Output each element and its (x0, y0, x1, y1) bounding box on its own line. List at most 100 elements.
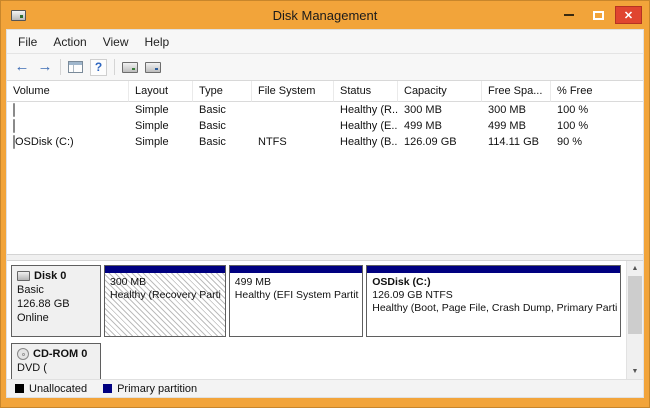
partition-osdisk[interactable]: OSDisk (C:) 126.09 GB NTFS Healthy (Boot… (366, 265, 621, 337)
column-header-type[interactable]: Type (193, 81, 252, 102)
percent-free-cell: 100 % (551, 118, 643, 134)
status-cell: Healthy (E... (334, 118, 398, 134)
maximize-icon (593, 11, 604, 20)
partition-name: OSDisk (C:) (372, 276, 615, 289)
menu-file[interactable]: File (10, 32, 45, 52)
primary-partition-strip (367, 266, 620, 273)
column-header-status[interactable]: Status (334, 81, 398, 102)
unallocated-swatch (15, 384, 24, 393)
legend-bar: Unallocated Primary partition (7, 379, 643, 397)
close-button[interactable]: ✕ (615, 6, 642, 24)
disk-size: 126.88 GB (17, 297, 95, 311)
volume-drive-icon (13, 103, 15, 117)
column-header-file-system[interactable]: File System (252, 81, 334, 102)
graphical-view-icon[interactable] (145, 62, 161, 73)
titlebar[interactable]: Disk Management ✕ (1, 1, 649, 29)
column-header-volume[interactable]: Volume (7, 81, 129, 102)
column-header-free-space[interactable]: Free Spa... (482, 81, 551, 102)
partition-status: Healthy (EFI System Partit (235, 289, 357, 302)
volume-name-cell (7, 118, 129, 134)
minimize-icon (564, 14, 574, 16)
toolbar-separator (114, 59, 115, 75)
scroll-down-icon[interactable]: ▼ (627, 364, 643, 379)
partition-size: 300 MB (110, 276, 220, 289)
cdrom-0-row: CD-ROM 0 DVD ( (11, 343, 621, 379)
volume-name-cell: OSDisk (C:) (7, 134, 129, 150)
volume-name-cell (7, 102, 129, 118)
disk-type: DVD ( (17, 361, 95, 375)
volume-row-recovery[interactable]: Simple Basic Healthy (R... 300 MB 300 MB… (7, 102, 643, 118)
window-icon[interactable] (11, 10, 26, 21)
cd-hole (22, 353, 25, 356)
help-icon[interactable]: ? (90, 59, 107, 76)
legend-label: Unallocated (29, 383, 87, 395)
pane-splitter[interactable] (7, 254, 643, 261)
menubar: File Action View Help (7, 30, 643, 54)
percent-free-cell: 90 % (551, 134, 643, 150)
vertical-scrollbar[interactable]: ▲ ▼ (626, 261, 643, 379)
cd-icon (17, 348, 29, 360)
menu-help[interactable]: Help (137, 32, 178, 52)
file-system-cell: NTFS (252, 134, 334, 150)
disk-status: Online (17, 311, 95, 325)
legend-item-primary-partition: Primary partition (103, 383, 197, 395)
partition-recovery[interactable]: 300 MB Healthy (Recovery Parti (104, 265, 226, 337)
type-cell: Basic (193, 134, 252, 150)
menu-action[interactable]: Action (45, 32, 94, 52)
console-tree-icon[interactable] (68, 61, 83, 73)
scrollbar-thumb[interactable] (628, 276, 642, 334)
primary-partition-swatch (103, 384, 112, 393)
partition-efi[interactable]: 499 MB Healthy (EFI System Partit (229, 265, 363, 337)
free-space-cell: 114.11 GB (482, 134, 551, 150)
file-system-cell (252, 102, 334, 118)
percent-free-cell: 100 % (551, 102, 643, 118)
graphical-view-pane: Disk 0 Basic 126.88 GB Online 300 MB Hea… (7, 261, 643, 379)
volume-name-text: OSDisk (C:) (15, 136, 74, 148)
volume-row-osdisk[interactable]: OSDisk (C:) Simple Basic NTFS Healthy (B… (7, 134, 643, 150)
status-cell: Healthy (R... (334, 102, 398, 118)
free-space-cell: 300 MB (482, 102, 551, 118)
column-header-capacity[interactable]: Capacity (398, 81, 482, 102)
window-title: Disk Management (1, 8, 649, 23)
layout-cell: Simple (129, 102, 193, 118)
back-icon[interactable]: ← (14, 60, 30, 74)
console-tree-pane (73, 65, 74, 72)
cdrom-0-header[interactable]: CD-ROM 0 DVD ( (11, 343, 101, 379)
console-tree-titlebar (69, 62, 82, 65)
partition-size: 499 MB (235, 276, 357, 289)
window-content: File Action View Help ← → ? Volume Layou… (6, 29, 644, 398)
capacity-cell: 126.09 GB (398, 134, 482, 150)
status-cell: Healthy (B... (334, 134, 398, 150)
toolbar: ← → ? (7, 54, 643, 81)
partition-status: Healthy (Boot, Page File, Crash Dump, Pr… (372, 302, 615, 315)
disk-0-header[interactable]: Disk 0 Basic 126.88 GB Online (11, 265, 101, 337)
primary-partition-strip (105, 266, 225, 273)
disk-name: CD-ROM 0 (33, 347, 87, 361)
column-header-percent-free[interactable]: % Free (551, 81, 643, 102)
partition-size: 126.09 GB NTFS (372, 289, 615, 302)
menu-view[interactable]: View (95, 32, 137, 52)
volume-row-efi[interactable]: Simple Basic Healthy (E... 499 MB 499 MB… (7, 118, 643, 134)
legend-label: Primary partition (117, 383, 197, 395)
free-space-cell: 499 MB (482, 118, 551, 134)
type-cell: Basic (193, 102, 252, 118)
disk-type: Basic (17, 283, 95, 297)
partition-status: Healthy (Recovery Parti (110, 289, 220, 302)
disk-led-icon (132, 68, 135, 70)
type-cell: Basic (193, 118, 252, 134)
file-system-cell (252, 118, 334, 134)
disk-0-partitions: 300 MB Healthy (Recovery Parti 499 MB He… (101, 265, 621, 337)
capacity-cell: 499 MB (398, 118, 482, 134)
disk-name: Disk 0 (34, 269, 66, 283)
disk-list-icon[interactable] (122, 62, 138, 73)
forward-icon[interactable]: → (37, 60, 53, 74)
scroll-up-icon[interactable]: ▲ (627, 261, 643, 276)
column-header-layout[interactable]: Layout (129, 81, 193, 102)
volume-list-pane: Volume Layout Type File System Status Ca… (7, 81, 643, 254)
maximize-button[interactable] (585, 6, 612, 24)
drive-led-icon (20, 15, 23, 18)
toolbar-separator (60, 59, 61, 75)
volume-table-header: Volume Layout Type File System Status Ca… (7, 81, 643, 102)
disk-management-window: Disk Management ✕ File Action View Help … (0, 0, 650, 408)
minimize-button[interactable] (555, 6, 582, 24)
